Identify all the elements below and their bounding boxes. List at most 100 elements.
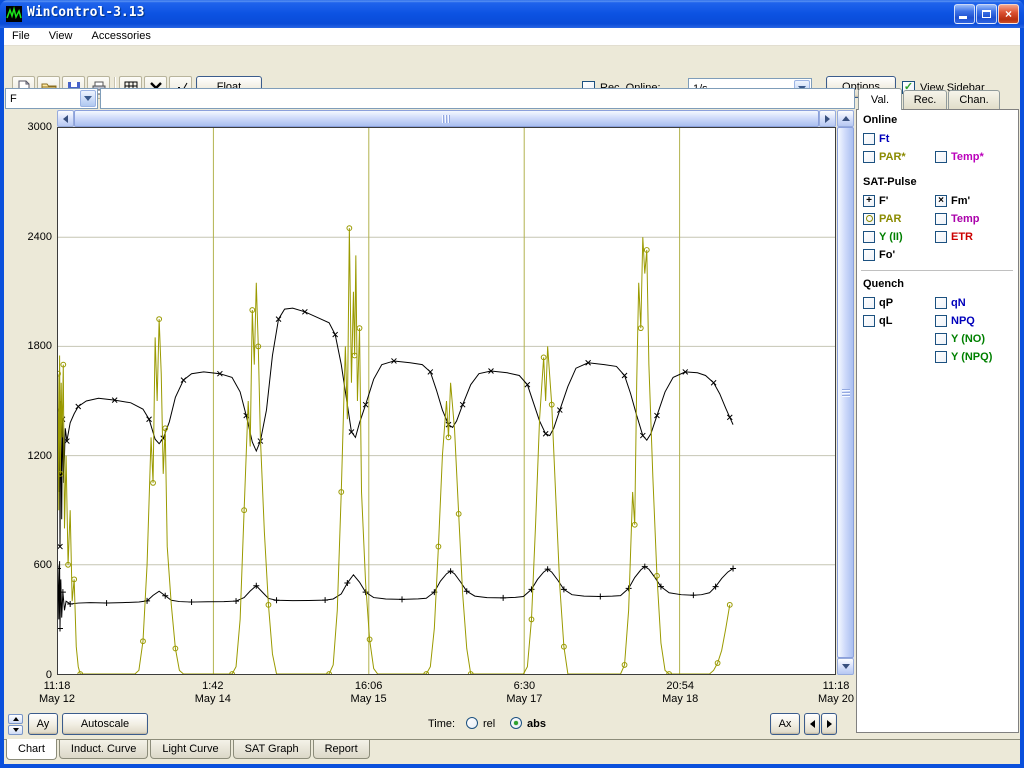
minimize-icon	[959, 16, 967, 19]
checkbox-item-fm-prime[interactable]: ×Fm'	[935, 194, 970, 207]
checkbox-item-temp[interactable]: Temp	[935, 212, 980, 225]
checkbox-item-temp-star[interactable]: Temp*	[935, 150, 984, 163]
sidebar-tab-val[interactable]: Val.	[858, 88, 902, 110]
x-pan-left-button[interactable]	[804, 713, 820, 735]
checkbox-box[interactable]	[935, 213, 947, 225]
h-scroll-thumb[interactable]	[74, 110, 819, 127]
checkbox-item-etr[interactable]: ETR	[935, 230, 973, 243]
checkbox-box[interactable]	[935, 351, 947, 363]
series-f-marker	[233, 598, 239, 604]
tab-light-curve[interactable]: Light Curve	[150, 740, 230, 759]
scroll-up-button[interactable]	[837, 110, 854, 127]
series-f-marker	[561, 586, 567, 592]
checkbox-box[interactable]	[935, 231, 947, 243]
checkbox-label: qN	[951, 297, 966, 309]
circle-marker-icon	[866, 215, 873, 222]
autoscale-button[interactable]: Autoscale	[62, 713, 148, 735]
tab-report[interactable]: Report	[313, 740, 370, 759]
checkbox-item-par-star[interactable]: PAR*	[863, 150, 906, 163]
checkbox-box[interactable]	[863, 151, 875, 163]
arrow-up-icon	[842, 116, 850, 121]
checkbox-box[interactable]	[863, 133, 875, 145]
tab-sat-graph[interactable]: SAT Graph	[233, 740, 311, 759]
checkbox-item-qn[interactable]: qN	[935, 296, 966, 309]
maximize-button[interactable]	[976, 4, 997, 24]
menu-accessories[interactable]: Accessories	[84, 28, 159, 44]
comment-field[interactable]	[100, 88, 855, 109]
checkbox-item-qp[interactable]: qP	[863, 296, 893, 309]
close-button[interactable]: ×	[998, 4, 1019, 24]
checkbox-item-f-prime[interactable]: + F'	[863, 194, 888, 207]
series-fm-marker	[460, 402, 465, 407]
checkbox-item-ql[interactable]: qL	[863, 314, 892, 327]
thumb-grip	[442, 115, 451, 123]
checkbox-label: PAR*	[879, 151, 906, 163]
menu-view[interactable]: View	[41, 28, 81, 44]
scroll-down-button[interactable]	[837, 658, 854, 675]
checkbox-label: Temp*	[951, 151, 984, 163]
minimize-button[interactable]	[954, 4, 975, 24]
checkbox-label: F'	[879, 195, 888, 207]
chevron-down-icon[interactable]	[80, 90, 96, 107]
ax-button[interactable]: Ax	[770, 713, 800, 735]
sidebar-tab-rec[interactable]: Rec.	[903, 90, 947, 110]
ay-button[interactable]: Ay	[28, 713, 58, 735]
series-fm-marker	[76, 404, 81, 409]
checkbox-box[interactable]	[935, 151, 947, 163]
series-f-marker	[274, 597, 280, 603]
arrow-right-icon	[827, 720, 832, 728]
checkbox-item-par[interactable]: PAR	[863, 212, 901, 225]
channel-select[interactable]: F	[5, 88, 98, 109]
checkbox-item-y2[interactable]: Y (II)	[863, 230, 903, 243]
series-f-marker	[67, 601, 73, 607]
chart-v-scrollbar[interactable]	[837, 110, 854, 675]
x-pan-right-button[interactable]	[821, 713, 837, 735]
checkbox-item-fo-prime[interactable]: Fo'	[863, 248, 895, 261]
scroll-right-button[interactable]	[819, 110, 836, 127]
checkbox-box[interactable]	[935, 315, 947, 327]
x-axis-time-label: 1:42	[202, 680, 223, 693]
checkbox-item-ynpq[interactable]: Y (NPQ)	[935, 350, 992, 363]
tab-induct-curve[interactable]: Induct. Curve	[59, 740, 148, 759]
x-axis-date-label: May 17	[506, 693, 542, 706]
checkbox-box[interactable]	[863, 231, 875, 243]
checkbox-box[interactable]: +	[863, 195, 875, 207]
checkbox-item-npq[interactable]: NPQ	[935, 314, 975, 327]
v-scroll-thumb[interactable]	[837, 127, 854, 658]
x-axis-label: 20:54May 18	[645, 680, 715, 706]
scroll-left-button[interactable]	[57, 110, 74, 127]
y-axis-label: 2400	[4, 231, 52, 243]
checkbox-label: ETR	[951, 231, 973, 243]
app-icon	[6, 6, 22, 22]
menu-file[interactable]: File	[4, 28, 38, 44]
time-rel-radio[interactable]	[466, 717, 478, 729]
checkbox-label: PAR	[879, 213, 901, 225]
y-scale-down-button[interactable]	[8, 725, 23, 735]
series-f-marker	[322, 597, 328, 603]
checkbox-box[interactable]	[863, 249, 875, 261]
checkbox-box[interactable]	[863, 297, 875, 309]
chart-plot-area[interactable]	[57, 127, 836, 675]
arrow-right-icon	[825, 115, 830, 123]
checkbox-label: qL	[879, 315, 892, 327]
checkbox-item-ft[interactable]: Ft	[863, 132, 889, 145]
x-axis-date-label: May 15	[351, 693, 387, 706]
series-f-marker	[690, 592, 696, 598]
series-f-marker	[464, 588, 470, 594]
checkbox-box[interactable]	[863, 213, 875, 225]
checkbox-box[interactable]	[863, 315, 875, 327]
checkbox-box[interactable]	[935, 333, 947, 345]
series-fm-marker	[525, 382, 530, 387]
checkbox-item-yno[interactable]: Y (NO)	[935, 332, 985, 345]
tab-chart[interactable]: Chart	[6, 739, 57, 760]
section-divider	[861, 270, 1013, 271]
titlebar: WinControl-3.13 ×	[0, 0, 1024, 28]
time-abs-radio[interactable]	[510, 717, 522, 729]
checkbox-box[interactable]: ×	[935, 195, 947, 207]
chart-h-scrollbar[interactable]	[57, 110, 836, 127]
sidebar-tab-chan[interactable]: Chan.	[948, 90, 1000, 110]
y-scale-up-button[interactable]	[8, 714, 23, 724]
x-axis-label: 16:06May 15	[334, 680, 404, 706]
checkbox-box[interactable]	[935, 297, 947, 309]
sat-pulse-section-title: SAT-Pulse	[863, 176, 917, 188]
